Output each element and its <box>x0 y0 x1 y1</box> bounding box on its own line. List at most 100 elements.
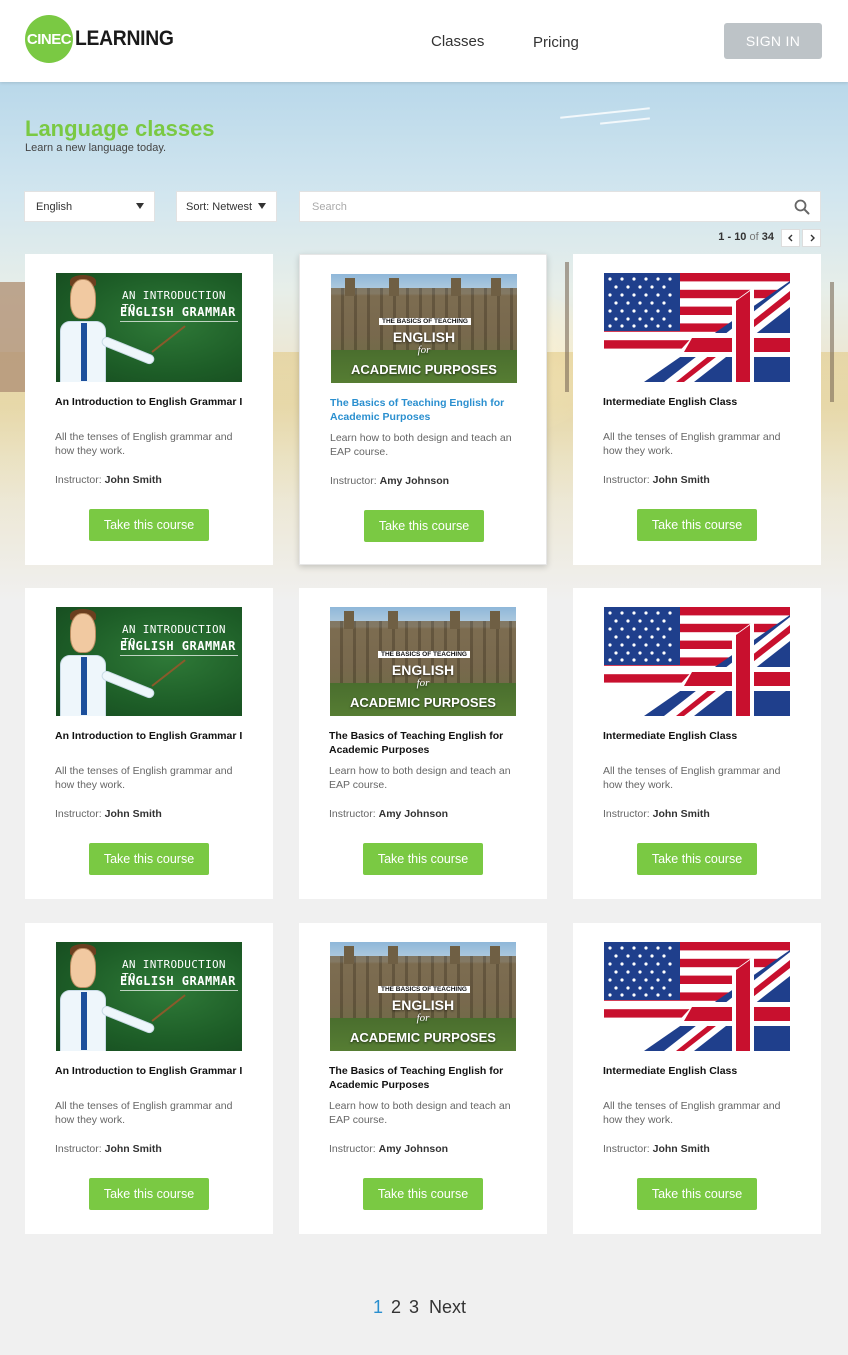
page-link-3[interactable]: 3 <box>409 1297 419 1318</box>
course-thumbnail[interactable] <box>604 607 790 716</box>
take-course-button[interactable]: Take this course <box>363 843 483 875</box>
take-course-button[interactable]: Take this course <box>89 1178 209 1210</box>
thumbnail-text: ENGLISH GRAMMAR <box>120 639 236 653</box>
course-instructor: Instructor: John Smith <box>55 1143 162 1155</box>
take-course-button[interactable]: Take this course <box>637 1178 757 1210</box>
instructor-label: Instructor: <box>55 808 102 820</box>
thumbnail-text: ENGLISH <box>392 329 456 345</box>
course-title[interactable]: The Basics of Teaching English for Acade… <box>329 729 519 757</box>
pagination: 1 2 3 Next <box>373 1297 466 1318</box>
take-course-button[interactable]: Take this course <box>89 509 209 541</box>
course-title[interactable]: Intermediate English Class <box>603 395 793 409</box>
course-thumbnail[interactable]: AN INTRODUCTION TO ENGLISH GRAMMAR <box>56 942 242 1051</box>
instructor-label: Instructor: <box>330 475 377 487</box>
instructor-label: Instructor: <box>55 474 102 486</box>
language-select-value: English <box>36 200 73 213</box>
course-title[interactable]: An Introduction to English Grammar I <box>55 395 245 409</box>
course-card[interactable]: THE BASICS OF TEACHING ENGLISH for ACADE… <box>299 923 547 1234</box>
course-card[interactable]: THE BASICS OF TEACHING ENGLISH for ACADE… <box>299 254 547 565</box>
instructor-label: Instructor: <box>603 474 650 486</box>
instructor-label: Instructor: <box>329 808 376 820</box>
instructor-name: John Smith <box>652 1143 710 1155</box>
course-description: All the tenses of English grammar and ho… <box>55 765 233 791</box>
course-thumbnail[interactable]: AN INTRODUCTION TO ENGLISH GRAMMAR <box>56 607 242 716</box>
instructor-name: John Smith <box>652 474 710 486</box>
instructor-name: Amy Johnson <box>379 475 450 487</box>
next-page-button[interactable] <box>802 229 821 247</box>
take-course-button[interactable]: Take this course <box>637 843 757 875</box>
course-instructor: Instructor: John Smith <box>603 1143 710 1155</box>
thumbnail-text: for <box>416 677 430 689</box>
instructor-name: John Smith <box>104 808 162 820</box>
course-title[interactable]: The Basics of Teaching English for Acade… <box>329 1064 519 1092</box>
thumbnail-text: ENGLISH <box>391 662 455 678</box>
next-page-link[interactable]: Next <box>429 1297 466 1318</box>
course-card[interactable]: Intermediate English Class All the tenses… <box>573 588 821 899</box>
course-card[interactable]: AN INTRODUCTION TO ENGLISH GRAMMAR An In… <box>25 588 273 899</box>
instructor-label: Instructor: <box>329 1143 376 1155</box>
logo[interactable]: CINEC LEARNING <box>25 14 182 64</box>
instructor-label: Instructor: <box>603 1143 650 1155</box>
course-card[interactable]: Intermediate English Class All the tenses… <box>573 923 821 1234</box>
course-title[interactable]: Intermediate English Class <box>603 729 793 743</box>
course-card[interactable]: AN INTRODUCTION TO ENGLISH GRAMMAR An In… <box>25 254 273 565</box>
take-course-button[interactable]: Take this course <box>89 843 209 875</box>
sort-select-value: Sort: Netwest <box>186 200 253 213</box>
instructor-name: Amy Johnson <box>378 808 449 820</box>
thumbnail-text: for <box>417 344 431 356</box>
take-course-button[interactable]: Take this course <box>364 510 484 542</box>
course-title[interactable]: The Basics of Teaching English for Acade… <box>330 396 520 424</box>
instructor-label: Instructor: <box>603 808 650 820</box>
thumbnail-text: ACADEMIC PURPOSES <box>351 362 497 377</box>
take-course-button[interactable]: Take this course <box>637 509 757 541</box>
sort-select[interactable]: Sort: Netwest <box>176 191 277 222</box>
thumbnail-text: ENGLISH <box>391 997 455 1013</box>
nav-pricing-link[interactable]: Pricing <box>533 34 579 51</box>
course-thumbnail[interactable] <box>604 273 790 382</box>
course-instructor: Instructor: Amy Johnson <box>329 1143 448 1155</box>
course-thumbnail[interactable]: THE BASICS OF TEACHING ENGLISH for ACADE… <box>330 607 516 716</box>
thumbnail-text: ACADEMIC PURPOSES <box>350 1030 496 1045</box>
thumbnail-text: THE BASICS OF TEACHING <box>378 651 470 658</box>
course-description: All the tenses of English grammar and ho… <box>603 765 781 791</box>
prev-page-button[interactable] <box>781 229 800 247</box>
take-course-button[interactable]: Take this course <box>363 1178 483 1210</box>
chevron-left-icon <box>787 234 792 242</box>
logo-mark: CINEC <box>25 15 73 63</box>
course-title[interactable]: Intermediate English Class <box>603 1064 793 1078</box>
thumbnail-text: ENGLISH GRAMMAR <box>120 305 236 319</box>
course-card[interactable]: AN INTRODUCTION TO ENGLISH GRAMMAR An In… <box>25 923 273 1234</box>
page-link-1[interactable]: 1 <box>373 1297 383 1318</box>
chevron-right-icon <box>810 234 815 242</box>
sign-in-button[interactable]: SIGN IN <box>724 23 822 59</box>
course-thumbnail[interactable] <box>604 942 790 1051</box>
logo-text: LEARNING <box>75 27 174 50</box>
course-title[interactable]: An Introduction to English Grammar I <box>55 729 245 743</box>
us-uk-flag-image <box>604 607 790 716</box>
course-thumbnail[interactable]: THE BASICS OF TEACHING ENGLISH for ACADE… <box>330 942 516 1051</box>
us-uk-flag-image <box>604 273 790 382</box>
course-instructor: Instructor: Amy Johnson <box>330 475 449 487</box>
page-subtitle: Learn a new language today. <box>25 142 167 154</box>
course-card[interactable]: Intermediate English Class All the tenses… <box>573 254 821 565</box>
results-range: 1 - 10 of 34 <box>718 231 774 243</box>
course-card[interactable]: THE BASICS OF TEACHING ENGLISH for ACADE… <box>299 588 547 899</box>
instructor-name: Amy Johnson <box>378 1143 449 1155</box>
caret-down-icon <box>136 203 144 209</box>
page-link-2[interactable]: 2 <box>391 1297 401 1318</box>
site-header: CINEC LEARNING Classes Pricing SIGN IN <box>0 0 848 82</box>
instructor-name: John Smith <box>652 808 710 820</box>
thumbnail-text: THE BASICS OF TEACHING <box>379 318 471 325</box>
page-title: Language classes <box>25 116 215 141</box>
language-select[interactable]: English <box>24 191 155 222</box>
course-description: All the tenses of English grammar and ho… <box>55 1100 233 1126</box>
course-thumbnail[interactable]: THE BASICS OF TEACHING ENGLISH for ACADE… <box>331 274 517 383</box>
search-box <box>299 191 821 222</box>
search-icon[interactable] <box>794 199 810 215</box>
course-thumbnail[interactable]: AN INTRODUCTION TO ENGLISH GRAMMAR <box>56 273 242 382</box>
course-title[interactable]: An Introduction to English Grammar I <box>55 1064 245 1078</box>
instructor-label: Instructor: <box>55 1143 102 1155</box>
thumbnail-text: ACADEMIC PURPOSES <box>350 695 496 710</box>
nav-classes-link[interactable]: Classes <box>431 33 484 50</box>
search-input[interactable] <box>300 192 780 221</box>
